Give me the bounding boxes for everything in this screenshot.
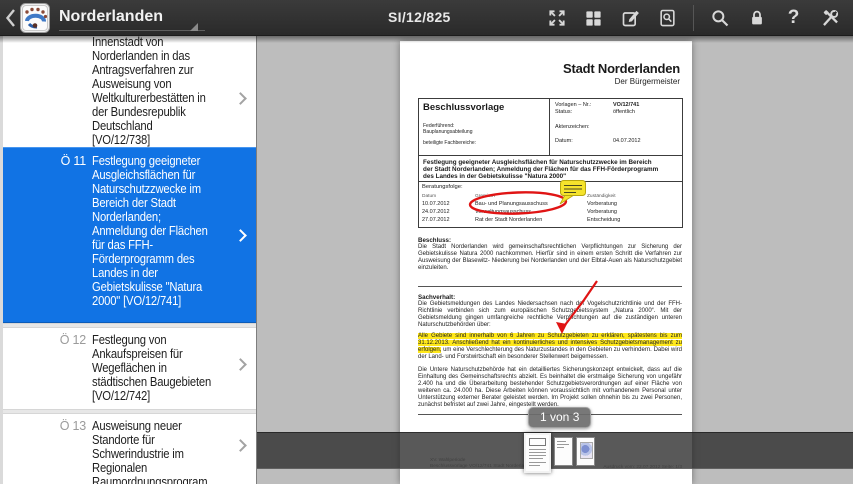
cell-datum: 10.07.2012 [422,201,450,207]
settings-tools-button[interactable] [820,7,841,29]
search-icon [711,10,728,27]
app-icon[interactable] [20,3,50,33]
action-bar-icons: ? [538,0,849,36]
agenda-item-vo12741-selected[interactable]: Ö 11 Festlegung geeigneter Ausgleichsflä… [0,147,256,323]
doc-meta-row: Vorlagen – Nr.: VO/12/741 [555,102,639,108]
meta-value: öffentlich [613,109,635,115]
agenda-item-number: Ö 13 [59,419,87,433]
col-header-zustaendigkeit: Zuständigkeit [587,194,616,199]
thumbnail-page-1[interactable] [524,433,551,473]
thumbnail-page-2[interactable] [554,437,573,466]
beschluss-text: Die Stadt Norderlanden wird gemeinschaft… [418,244,682,271]
search-in-document-button[interactable] [657,7,678,29]
col-header-datum: Datum [422,194,437,199]
cell-gremium: Bau- und Planungsausschuss [475,201,548,207]
sachverhalt-label: Sachverhalt: [418,294,456,301]
cell-datum: 27.07.2012 [422,217,450,223]
agenda-item-vo12742[interactable]: Ö 12 Festlegung von Ankaufspreisen für W… [0,328,256,409]
agenda-item-number: Ö 11 [60,154,87,168]
tools-icon [823,9,839,26]
thumb-table [529,438,546,446]
grid-view-button[interactable] [583,7,604,29]
cell-zustaendigkeit: Vorberatung [587,201,617,207]
doc-meta-row: Datum: 04.07.2012 [555,138,641,144]
chevron-right-icon [234,229,247,242]
grid-icon [586,10,601,26]
search-button[interactable] [709,7,730,29]
page-search-icon [660,9,675,27]
help-icon: ? [787,7,800,28]
agenda-item-o13[interactable]: Ö 13 Ausweisung neuer Standorte für Schw… [0,414,256,484]
spinner-triangle-icon [190,23,198,31]
beschluss-label: Beschluss: [418,237,452,244]
back-chevron-icon [5,9,15,27]
meta-label: Aktenzeichen: [555,124,590,130]
doc-header-table: Beschlussvorlage Federführend: Bauplanun… [418,98,683,156]
app-screen: Norderlanden SI/12/825 ? Innenstadt von … [0,0,853,484]
meta-value: VO/12/741 [613,102,640,108]
doc-lead-department: Federführend: Bauplanungsabteilung [423,123,473,135]
cell-gremium: Rat der Stadt Norderlanden [475,217,543,223]
agenda-item-number: Ö 12 [59,333,87,347]
compose-icon [622,10,639,27]
doc-meta-row: Status: öffentlich [555,109,635,115]
cell-gremium: Verwaltungsausschuss [475,209,531,215]
agenda-item-text: Ausweisung neuer Standorte für Schwerind… [92,419,208,484]
action-bar: Norderlanden SI/12/825 ? [0,0,853,36]
section-rule [418,286,682,287]
doc-meta-row: Aktenzeichen: [555,124,590,130]
plain-text: um eine Verschlechterung des Naturzustan… [418,347,682,360]
beratungsfolge-label: Beratungsfolge: [422,184,463,190]
fullscreen-icon [548,10,565,26]
lock-icon [751,10,762,25]
agenda-list: Innenstadt von Norderlanden in das Antra… [0,36,256,484]
doc-lead-fachbereiche: beteiligte Fachbereiche: [423,140,477,146]
meta-label: Vorlagen – Nr.: [555,102,592,108]
meeting-table-icon [20,3,50,33]
table-divider [549,99,550,155]
doc-org-name: Stadt Norderlanden [562,61,680,76]
list-edge-strip [0,36,3,484]
meta-label: Status: [555,109,573,115]
toolbar-separator [693,5,694,31]
document-viewer[interactable]: Stadt Norderlanden Der Bürgermeister Bes… [256,36,853,484]
chevron-right-icon [234,439,247,452]
doc-beratungsfolge: Beratungsfolge: Datum Gremium Zuständigk… [418,182,683,228]
doc-type-label: Beschlussvorlage [423,102,505,113]
doc-subject: Festlegung geeigneter Ausgleichsflächen … [418,156,683,182]
sachverhalt-highlight-paragraph: Alle Gebiete sind innerhalb von 6 Jahren… [418,333,682,361]
sachverhalt-text: Die Gebietsmeldungen des Landes Niedersa… [418,301,682,328]
meta-value: 04.07.2012 [613,138,641,144]
fullscreen-button[interactable] [546,7,567,29]
lock-button[interactable] [746,7,767,29]
cell-datum: 24.07.2012 [422,209,450,215]
chevron-right-icon [234,92,247,105]
agenda-item-text: Festlegung geeigneter Ausgleichsflächen … [92,154,208,308]
page-indicator: 1 von 3 [528,407,592,428]
cell-zustaendigkeit: Entscheidung [587,217,621,223]
help-button[interactable]: ? [783,7,804,29]
col-header-gremium: Gremium [475,194,495,199]
doc-org-subtitle: Der Bürgermeister [614,77,680,86]
cell-zustaendigkeit: Vorberatung [587,209,617,215]
document-reference: SI/12/825 [388,9,451,25]
thumbnail-page-3-map[interactable] [576,437,595,466]
meta-label: Datum: [555,138,573,144]
chevron-right-icon [234,358,247,371]
agenda-item-vo12738[interactable]: Innenstadt von Norderlanden in das Antra… [0,36,256,147]
annotate-button[interactable] [620,7,641,29]
sachverhalt-paragraph-2: Die Untere Naturschutzbehörde hat ein de… [418,367,682,408]
agenda-item-text: Innenstadt von Norderlanden in das Antra… [92,36,206,147]
agenda-item-text: Festlegung von Ankaufspreisen für Wegefl… [92,333,212,403]
page-title-spinner[interactable]: Norderlanden [59,4,205,31]
back-button[interactable] [2,6,18,30]
map-thumbnail-image [580,442,593,459]
